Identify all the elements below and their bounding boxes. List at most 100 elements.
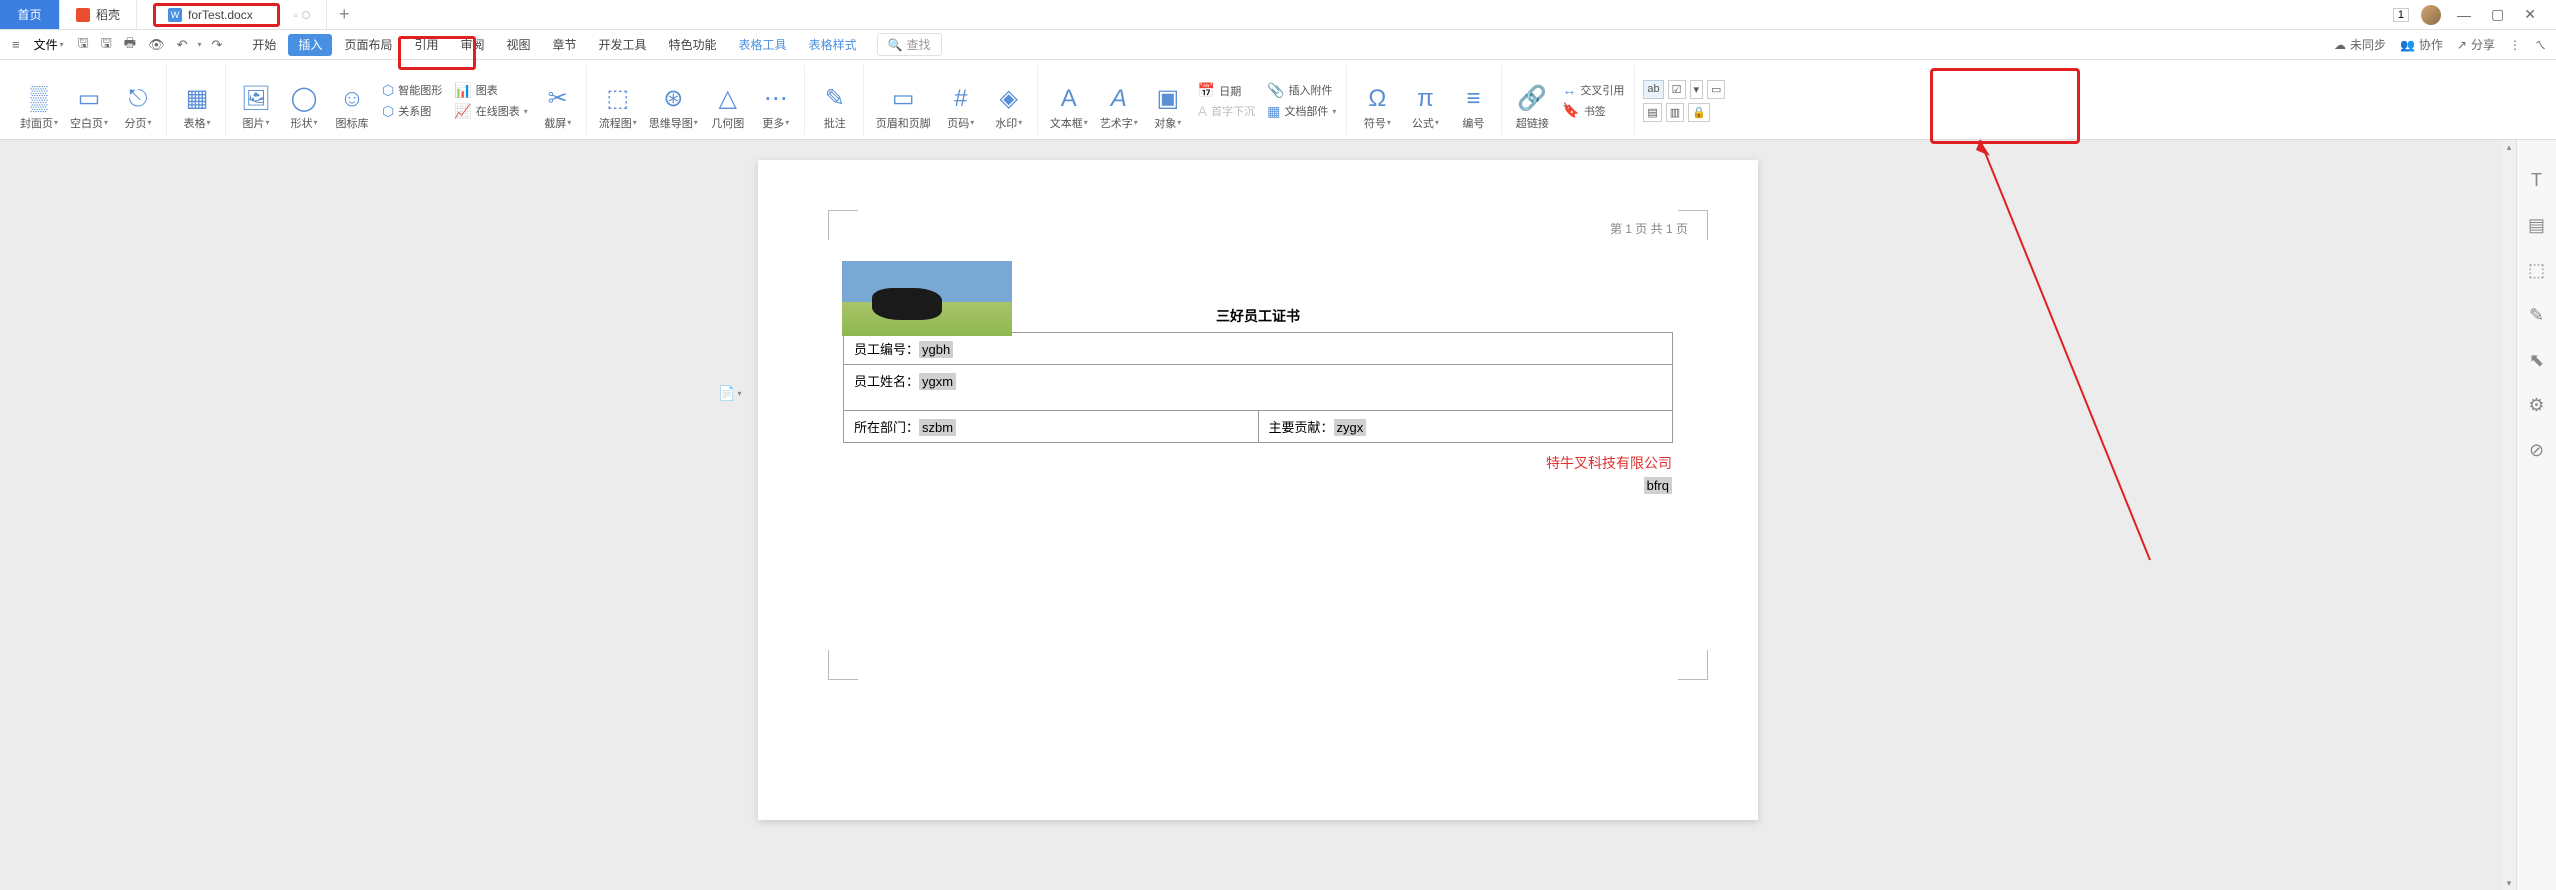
geometry-button[interactable]: △几何图 [706,67,750,135]
numbering-button[interactable]: ≡编号 [1451,67,1495,135]
tab-add-button[interactable]: + [327,0,362,29]
menu-tab-dev[interactable]: 开发工具 [589,32,657,57]
relation-button[interactable]: ⬡关系图 [378,102,446,121]
sidebar-pen-icon[interactable]: ✎ [2529,305,2544,326]
window-badge[interactable]: 1 [2393,8,2409,22]
document-table[interactable]: 员工编号：ygbh 员工姓名：ygxm 所在部门：szbm 主要贡献：zygx [843,332,1673,443]
date-field[interactable]: bfrq [808,477,1708,495]
doc-part-button[interactable]: ▦文档部件▾ [1263,102,1340,121]
tab-docker[interactable]: 稻壳 [60,0,137,29]
menu-tab-start[interactable]: 开始 [242,32,286,57]
search-box[interactable]: 🔍 查找 [877,33,942,56]
hyperlink-button[interactable]: 🔗超链接 [1510,67,1554,135]
undo-caret[interactable]: ▾ [197,40,201,49]
picture-button[interactable]: 🖼图片▾ [234,67,278,135]
chart-button[interactable]: 📊图表 [450,81,531,100]
page-break-button[interactable]: ⎋分页▾ [116,67,160,135]
menu-tab-table-style[interactable]: 表格样式 [799,32,867,57]
shape-button[interactable]: ◯形状▾ [282,67,326,135]
table-button[interactable]: ▦表格▾ [175,67,219,135]
form-text-button[interactable]: ab [1643,80,1663,99]
collab-button[interactable]: 👥协作 [2400,36,2443,53]
menu-tab-view[interactable]: 视图 [496,32,540,57]
flowchart-button[interactable]: ⬚流程图▾ [595,67,641,135]
field-label[interactable]: 所在部门： [854,420,919,435]
more-menu[interactable]: ⋮ [2509,38,2521,52]
menu-tab-review[interactable]: 审阅 [450,32,494,57]
wordart-button[interactable]: A艺术字▾ [1096,67,1142,135]
menu-tab-chapter[interactable]: 章节 [543,32,587,57]
save-as-icon[interactable]: 🖫 [99,34,114,56]
field-label[interactable]: 主要贡献： [1269,420,1334,435]
company-text[interactable]: 特牛叉科技有限公司 [808,453,1708,473]
cover-page-button[interactable]: ▒封面页▾ [16,67,62,135]
menu-tab-special[interactable]: 特色功能 [659,32,727,57]
sidebar-text-icon[interactable]: T [2531,170,2542,191]
field-label[interactable]: 员工编号： [854,342,919,357]
scroll-up-button[interactable]: ▴ [2502,140,2516,154]
header-footer-button[interactable]: ▭页眉和页脚 [872,67,935,135]
menu-tab-reference[interactable]: 引用 [404,32,448,57]
field-value[interactable]: ygbh [919,341,953,358]
more-button[interactable]: ⋯更多▾ [754,67,798,135]
scrollbar[interactable]: ▴ ▾ [2502,140,2516,890]
screenshot-button[interactable]: ✂截屏▾ [536,67,580,135]
page[interactable]: 📄▾ 第 1 页 共 1 页 三好员工证书 员工编号：ygbh 员工姓名：ygx… [758,160,1758,820]
form-options-button[interactable]: ▥ [1666,103,1684,122]
print-icon[interactable]: 🖶 [122,34,138,56]
equation-button[interactable]: π公式▾ [1403,67,1447,135]
page-side-action[interactable]: 📄▾ [718,385,741,402]
avatar[interactable] [2421,5,2441,25]
form-protect-button[interactable]: 🔒 [1688,103,1710,122]
menu-tab-page-layout[interactable]: 页面布局 [334,32,402,57]
online-chart-button[interactable]: 📈在线图表▾ [450,102,531,121]
sidebar-help-icon[interactable]: ⊘ [2529,440,2544,461]
form-frame-button[interactable]: ▭ [1707,80,1725,99]
hamburger-icon[interactable]: ≡ [10,37,22,52]
form-check-button[interactable]: ☑ [1668,80,1686,99]
sidebar-select-icon[interactable]: ⬉ [2529,350,2544,371]
field-label[interactable]: 员工姓名： [854,374,919,389]
close-button[interactable]: ✕ [2520,6,2540,23]
sync-status[interactable]: ☁未同步 [2334,36,2386,53]
sidebar-settings-icon[interactable]: ⚙ [2528,395,2544,416]
minimize-button[interactable]: — [2453,7,2475,23]
cross-ference-button[interactable]: ↔交叉引用 [1558,81,1628,99]
share-button[interactable]: ↗分享 [2457,36,2495,53]
field-value[interactable]: ygxm [919,373,956,390]
redo-icon[interactable]: ↷ [210,37,225,53]
sidebar-style-icon[interactable]: ▤ [2528,215,2545,236]
object-button[interactable]: ▣对象▾ [1146,67,1190,135]
scroll-down-button[interactable]: ▾ [2502,876,2516,890]
page-number-button[interactable]: #页码▾ [939,67,983,135]
document-image[interactable] [842,261,1012,336]
tab-home[interactable]: 首页 [0,0,60,29]
attachment-button[interactable]: 📎插入附件 [1263,81,1340,100]
symbol-button[interactable]: Ω符号▾ [1355,67,1399,135]
undo-icon[interactable]: ↶ [175,37,190,53]
gallery-button[interactable]: ☺图标库 [330,67,374,135]
date-button[interactable]: 📅日期 [1194,81,1259,100]
file-menu[interactable]: 文件▾ [30,36,68,53]
comment-button[interactable]: ✎批注 [813,67,857,135]
canvas[interactable]: 📄▾ 第 1 页 共 1 页 三好员工证书 员工编号：ygbh 员工姓名：ygx… [0,140,2516,890]
maximize-button[interactable]: ▢ [2487,6,2508,23]
smart-graphic-button[interactable]: ⬡智能图形 [378,81,446,100]
blank-page-button[interactable]: ▭空白页▾ [66,67,112,135]
collapse-ribbon[interactable]: ㄟ [2535,37,2546,53]
mindmap-button[interactable]: ⊛思维导图▾ [645,67,702,135]
bookmark-button[interactable]: 🔖书签 [1558,101,1628,120]
watermark-button[interactable]: ◈水印▾ [987,67,1031,135]
sidebar-shape-icon[interactable]: ⬚ [2528,260,2545,281]
dropcap-button[interactable]: A首字下沉 [1194,102,1259,120]
tab-active-file[interactable]: W forTest.docx ▫ [137,0,327,29]
field-value[interactable]: zygx [1334,419,1367,436]
form-dropdown-button[interactable]: ▾ [1690,80,1704,99]
textbox-button[interactable]: A文本框▾ [1046,67,1092,135]
menu-tab-insert[interactable]: 插入 [288,34,332,56]
form-shading-button[interactable]: ▤ [1643,103,1661,122]
field-value[interactable]: szbm [919,419,956,436]
menu-tab-table-tools[interactable]: 表格工具 [729,32,797,57]
print-preview-icon[interactable]: 👁 [146,37,167,53]
save-icon[interactable]: 🖫 [76,34,91,56]
